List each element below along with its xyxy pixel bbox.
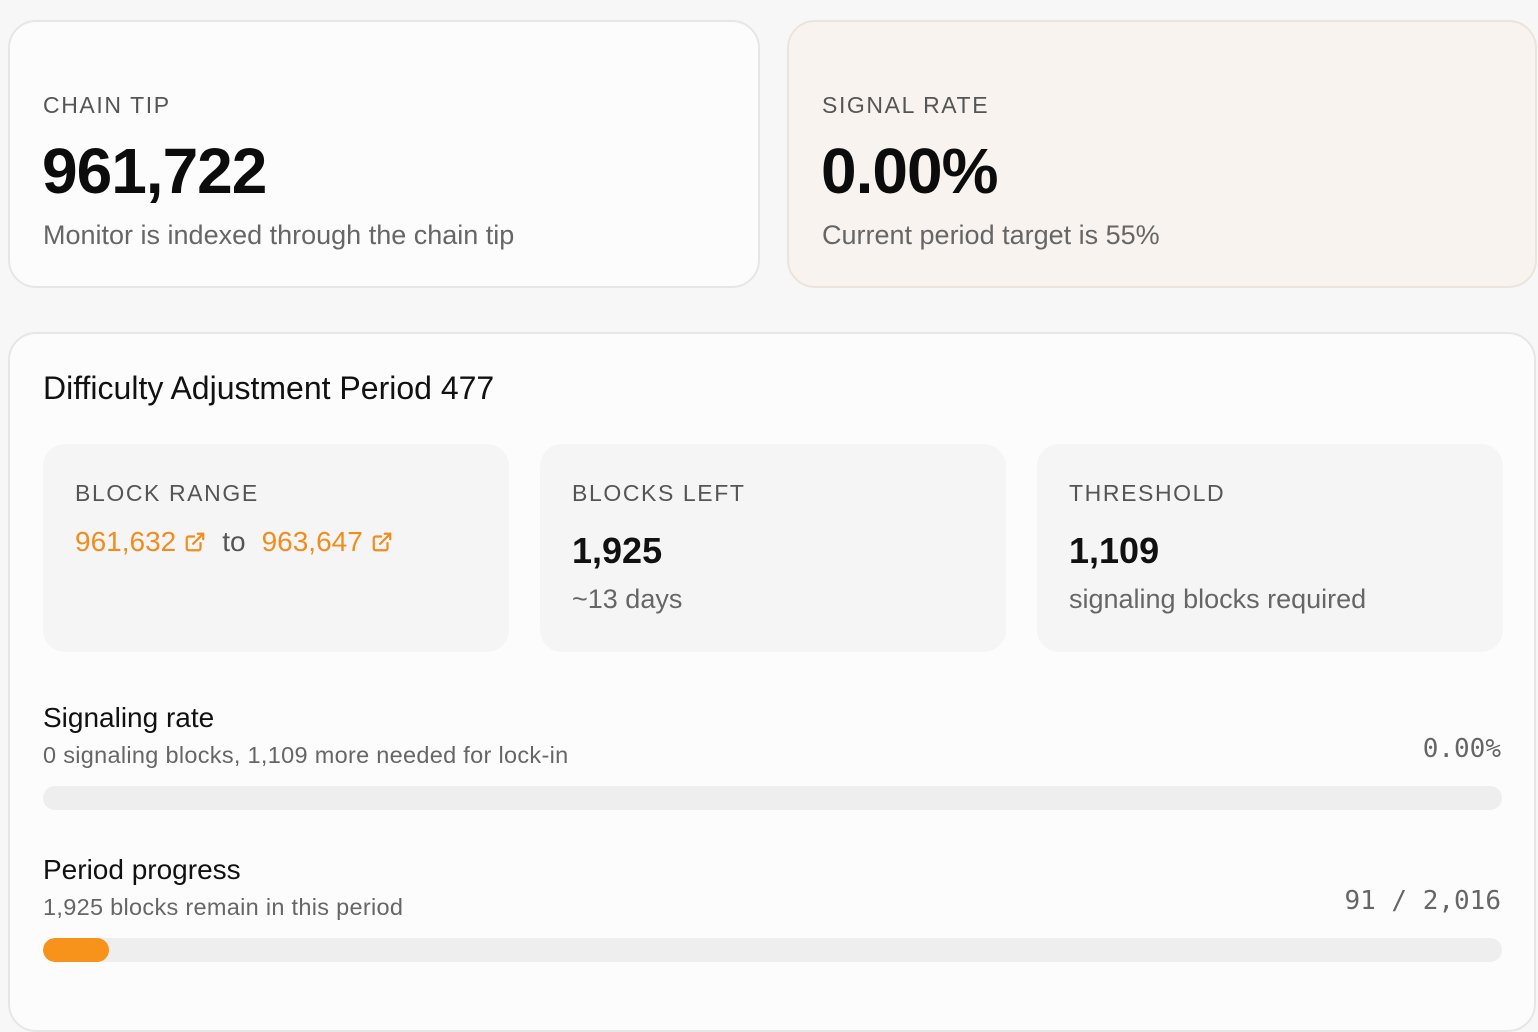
signal-rate-label: SIGNAL RATE (822, 92, 990, 118)
block-range-label: BLOCK RANGE (75, 480, 259, 506)
blocks-left-value: 1,925 (572, 530, 663, 571)
threshold-note: signaling blocks required (1069, 584, 1367, 614)
block-range-stat: BLOCK RANGE 961,632 to 963,647 (43, 444, 509, 652)
signaling-rate-description: 0 signaling blocks, 1,109 more needed fo… (43, 742, 569, 768)
signaling-rate-bar (43, 786, 1502, 810)
signal-rate-card: SIGNAL RATE 0.00% Current period target … (787, 20, 1537, 288)
period-title: Difficulty Adjustment Period 477 (43, 370, 495, 406)
blocks-left-stat: BLOCKS LEFT 1,925 ~13 days (540, 444, 1006, 652)
period-progress-bar (43, 938, 1502, 962)
signaling-rate-value: 0.00% (1422, 734, 1501, 764)
period-card: Difficulty Adjustment Period 477 BLOCK R… (8, 332, 1536, 1032)
period-progress-title: Period progress (43, 854, 241, 885)
threshold-label: THRESHOLD (1069, 480, 1226, 506)
signal-rate-note: Current period target is 55% (822, 220, 1160, 250)
blocks-left-note: ~13 days (572, 584, 683, 614)
chain-tip-note: Monitor is indexed through the chain tip (43, 220, 515, 250)
threshold-value: 1,109 (1069, 530, 1160, 571)
range-start-link[interactable]: 961,632 (75, 526, 206, 558)
chain-tip-label: CHAIN TIP (43, 92, 171, 118)
range-separator: to (222, 526, 246, 557)
threshold-stat: THRESHOLD 1,109 signaling blocks require… (1037, 444, 1503, 652)
period-progress-value: 91 / 2,016 (1344, 886, 1501, 916)
blocks-left-label: BLOCKS LEFT (572, 480, 746, 506)
period-progress-fill (43, 938, 109, 962)
range-end-value: 963,647 (261, 526, 363, 557)
signal-rate-value: 0.00% (821, 135, 998, 207)
signaling-rate-title: Signaling rate (43, 702, 215, 733)
period-progress-description: 1,925 blocks remain in this period (43, 894, 404, 920)
block-range-links: 961,632 to 963,647 (75, 526, 393, 558)
chain-tip-value: 961,722 (42, 135, 267, 207)
range-start-value: 961,632 (75, 526, 177, 557)
external-link-icon (372, 532, 392, 552)
chain-tip-card: CHAIN TIP 961,722 Monitor is indexed thr… (8, 20, 760, 288)
range-end-link[interactable]: 963,647 (262, 526, 393, 558)
external-link-icon (185, 532, 205, 552)
